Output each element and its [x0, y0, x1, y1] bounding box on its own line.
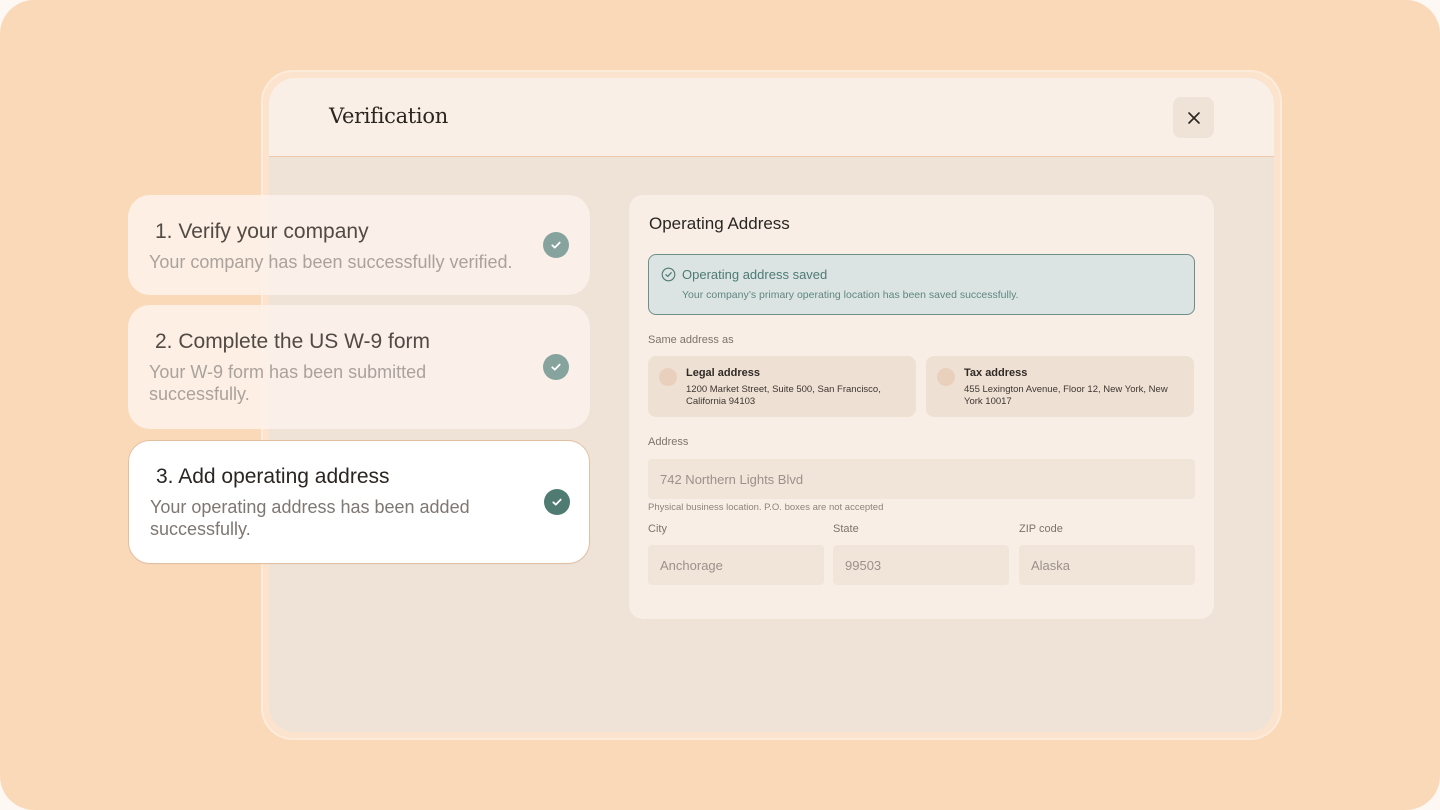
- alert-message: Your company’s primary operating locatio…: [682, 289, 1019, 301]
- check-icon: [551, 363, 561, 371]
- operating-address-panel: Operating Address Operating address save…: [629, 195, 1214, 619]
- tax-address-radio[interactable]: [937, 368, 955, 386]
- same-address-label: Same address as: [648, 334, 734, 346]
- step-card-operating-address[interactable]: 3. Add operating address Your operating …: [128, 440, 590, 564]
- step-description: Your company has been successfully verif…: [149, 252, 513, 272]
- step-card-verify-company[interactable]: 1. Verify your company Your company has …: [128, 195, 590, 295]
- address-hint: Physical business location. P.O. boxes a…: [648, 502, 884, 513]
- tax-address-option[interactable]: Tax address 455 Lexington Avenue, Floor …: [926, 356, 1194, 417]
- state-input[interactable]: 99503: [833, 545, 1009, 585]
- close-icon: [1187, 111, 1200, 124]
- window-title: Verification: [329, 104, 448, 128]
- success-alert: Operating address saved Your company’s p…: [648, 254, 1195, 315]
- step-status-badge: [544, 489, 570, 515]
- address-label: Address: [648, 436, 689, 448]
- step-title: 3. Add operating address: [156, 465, 390, 488]
- state-label: State: [833, 523, 859, 535]
- legal-address-text: 1200 Market Street, Suite 500, San Franc…: [686, 384, 881, 407]
- tax-address-title: Tax address: [964, 367, 1028, 379]
- step-status-badge: [543, 354, 569, 380]
- city-input[interactable]: Anchorage: [648, 545, 824, 585]
- step-card-w9-form[interactable]: 2. Complete the US W-9 form Your W-9 for…: [128, 305, 590, 429]
- step-description: Your W-9 form has been submitted success…: [149, 362, 427, 404]
- tax-address-text: 455 Lexington Avenue, Floor 12, New York…: [964, 384, 1168, 407]
- zip-input[interactable]: Alaska: [1019, 545, 1195, 585]
- check-icon: [551, 241, 561, 249]
- step-title: 2. Complete the US W-9 form: [155, 330, 431, 353]
- legal-address-title: Legal address: [686, 367, 760, 379]
- city-label: City: [648, 523, 667, 535]
- step-status-badge: [543, 232, 569, 258]
- step-title: 1. Verify your company: [155, 220, 369, 243]
- legal-address-radio[interactable]: [659, 368, 677, 386]
- address-input[interactable]: 742 Northern Lights Blvd: [648, 459, 1195, 499]
- check-icon: [552, 498, 562, 506]
- panel-title: Operating Address: [649, 214, 790, 233]
- step-description: Your operating address has been added su…: [150, 497, 470, 539]
- canvas: Verification Operating Address Operating…: [0, 0, 1440, 810]
- check-circle-icon: [661, 267, 676, 282]
- zip-label: ZIP code: [1019, 523, 1063, 535]
- window-header: Verification: [269, 78, 1274, 157]
- legal-address-option[interactable]: Legal address 1200 Market Street, Suite …: [648, 356, 916, 417]
- close-button[interactable]: [1173, 97, 1214, 138]
- alert-title: Operating address saved: [682, 267, 828, 282]
